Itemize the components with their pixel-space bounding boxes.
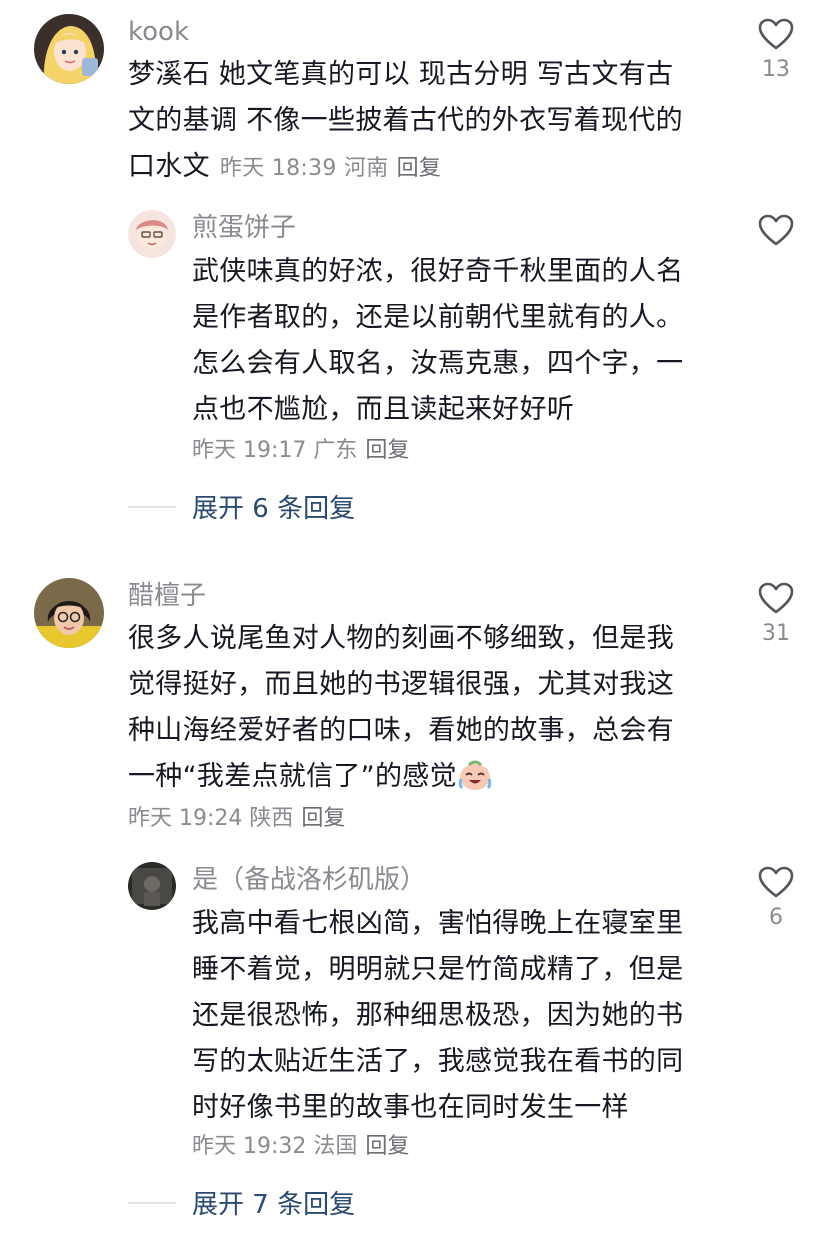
reply-text-line: 时好像书里的故事也在同时发生一样: [192, 1092, 629, 1123]
comment-meta: 昨天 19:24 陕西 回复: [128, 804, 345, 834]
like-button[interactable]: 6: [746, 866, 806, 932]
reply-location: 广东: [313, 438, 358, 463]
comment-text-line: 很多人说尾鱼对人物的刻画不够细致，但是我: [128, 623, 674, 654]
reply-text-line: 我高中看七根凶简，害怕得晚上在寝室里: [192, 908, 684, 939]
reply-button[interactable]: 回复: [301, 806, 345, 831]
expand-replies-button[interactable]: 展开 7 条回复: [128, 1184, 355, 1221]
reply-text: 武侠味真的好浓，很好奇千秋里面的人名 是作者取的，还是以前朝代里就有的人。 怎么…: [192, 249, 732, 433]
like-count: 31: [762, 621, 790, 646]
heart-outline-icon: [758, 866, 794, 898]
comment-text-line: 觉得挺好，而且她的书逻辑很强，尤其对我这: [128, 669, 674, 700]
like-count: 6: [769, 905, 783, 930]
comment-text-line: 口水文: [128, 151, 210, 182]
reply-text-line: 怎么会有人取名，汝焉克惠，四个字，一: [192, 348, 684, 379]
heart-outline-icon: [758, 214, 794, 246]
expand-replies-label: 展开 7 条回复: [192, 1190, 356, 1220]
reply-text-line: 写的太贴近生活了，我感觉我在看书的同: [192, 1046, 684, 1077]
comment-username[interactable]: kook: [128, 16, 189, 48]
reply-time: 昨天 19:17: [192, 438, 307, 463]
divider: [128, 505, 176, 508]
comment-location: 陕西: [249, 806, 294, 831]
like-button[interactable]: [746, 214, 806, 246]
crying-laughing-emoji-icon: [457, 759, 493, 806]
reply-text: 我高中看七根凶简，害怕得晚上在寝室里 睡不着觉，明明就只是竹简成精了，但是 还是…: [192, 901, 732, 1131]
reply-location: 法国: [313, 1134, 358, 1159]
avatar[interactable]: [128, 862, 176, 910]
avatar[interactable]: [128, 210, 176, 258]
reply-username[interactable]: 是（备战洛杉矶版）: [192, 864, 426, 896]
reply-meta: 昨天 19:17 广东 回复: [192, 436, 409, 466]
reply-button[interactable]: 回复: [365, 438, 409, 463]
comment-location: 河南: [344, 156, 389, 181]
comment-text-line: 一种“我差点就信了”的感觉: [128, 761, 457, 792]
reply-time: 昨天 19:32: [192, 1134, 307, 1159]
reply-text-line: 武侠味真的好浓，很好奇千秋里面的人名: [192, 256, 684, 287]
expand-replies-button[interactable]: 展开 6 条回复: [128, 488, 355, 525]
reply-text-line: 还是很恐怖，那种细思极恐，因为她的书: [192, 1000, 684, 1031]
heart-outline-icon: [758, 18, 794, 50]
reply-text-line: 睡不着觉，明明就只是竹简成精了，但是: [192, 954, 684, 985]
comment-text-line: 文的基调 不像一些披着古代的外衣写着现代的: [128, 105, 683, 136]
reply-username[interactable]: 煎蛋饼子: [192, 212, 296, 244]
reply-button[interactable]: 回复: [397, 156, 442, 181]
comment-text: 梦溪石 她文笔真的可以 现古分明 写古文有古 文的基调 不像一些披着古代的外衣写…: [128, 52, 728, 190]
expand-replies-label: 展开 6 条回复: [192, 494, 356, 524]
like-count: 13: [762, 57, 790, 82]
reply-text-line: 点也不尴尬，而且读起来好好听: [192, 394, 575, 425]
heart-outline-icon: [758, 582, 794, 614]
reply-text-line: 是作者取的，还是以前朝代里就有的人。: [192, 302, 684, 333]
comment-text: 很多人说尾鱼对人物的刻画不够细致，但是我 觉得挺好，而且她的书逻辑很强，尤其对我…: [128, 616, 728, 806]
comment-meta: 昨天 18:39 河南 回复: [220, 156, 441, 181]
comment-time: 昨天 19:24: [128, 806, 243, 831]
reply-button[interactable]: 回复: [365, 1134, 409, 1159]
comment-text-line: 梦溪石 她文笔真的可以 现古分明 写古文有古: [128, 59, 674, 90]
avatar[interactable]: [34, 14, 104, 84]
comment-username[interactable]: 醋檀子: [128, 580, 206, 612]
comment-text-line: 种山海经爱好者的口味，看她的故事，总会有: [128, 715, 674, 746]
reply-meta: 昨天 19:32 法国 回复: [192, 1132, 409, 1162]
like-button[interactable]: 13: [746, 18, 806, 84]
avatar[interactable]: [34, 578, 104, 648]
like-button[interactable]: 31: [746, 582, 806, 648]
comment-time: 昨天 18:39: [219, 156, 337, 181]
divider: [128, 1201, 176, 1204]
